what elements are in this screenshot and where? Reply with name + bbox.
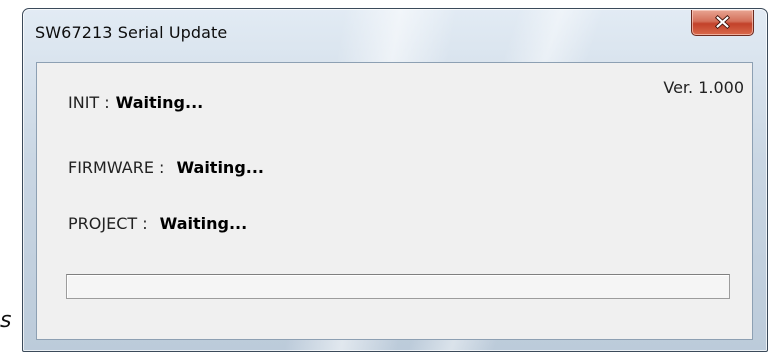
partial-text-fragment: s (0, 308, 12, 333)
firmware-label: FIRMWARE : (68, 158, 165, 177)
init-status-row: INIT : Waiting... (68, 93, 203, 112)
init-status-value: Waiting... (115, 93, 204, 112)
init-label: INIT : (68, 93, 110, 112)
progress-bar (66, 274, 730, 299)
project-status-row: PROJECT : Waiting... (68, 214, 247, 233)
close-icon (714, 14, 731, 30)
project-label: PROJECT : (68, 214, 148, 233)
dialog-window: SW67213 Serial Update Ver. 1.000 INIT : W… (22, 8, 768, 352)
client-area: Ver. 1.000 INIT : Waiting... FIRMWARE : Wa… (36, 62, 753, 340)
firmware-status-value: Waiting... (176, 158, 265, 177)
version-label: Ver. 1.000 (663, 78, 744, 97)
firmware-status-row: FIRMWARE : Waiting... (68, 158, 264, 177)
window-title: SW67213 Serial Update (35, 23, 228, 42)
project-status-value: Waiting... (159, 214, 248, 233)
close-button[interactable] (691, 10, 754, 36)
title-bar[interactable]: SW67213 Serial Update (23, 9, 767, 53)
